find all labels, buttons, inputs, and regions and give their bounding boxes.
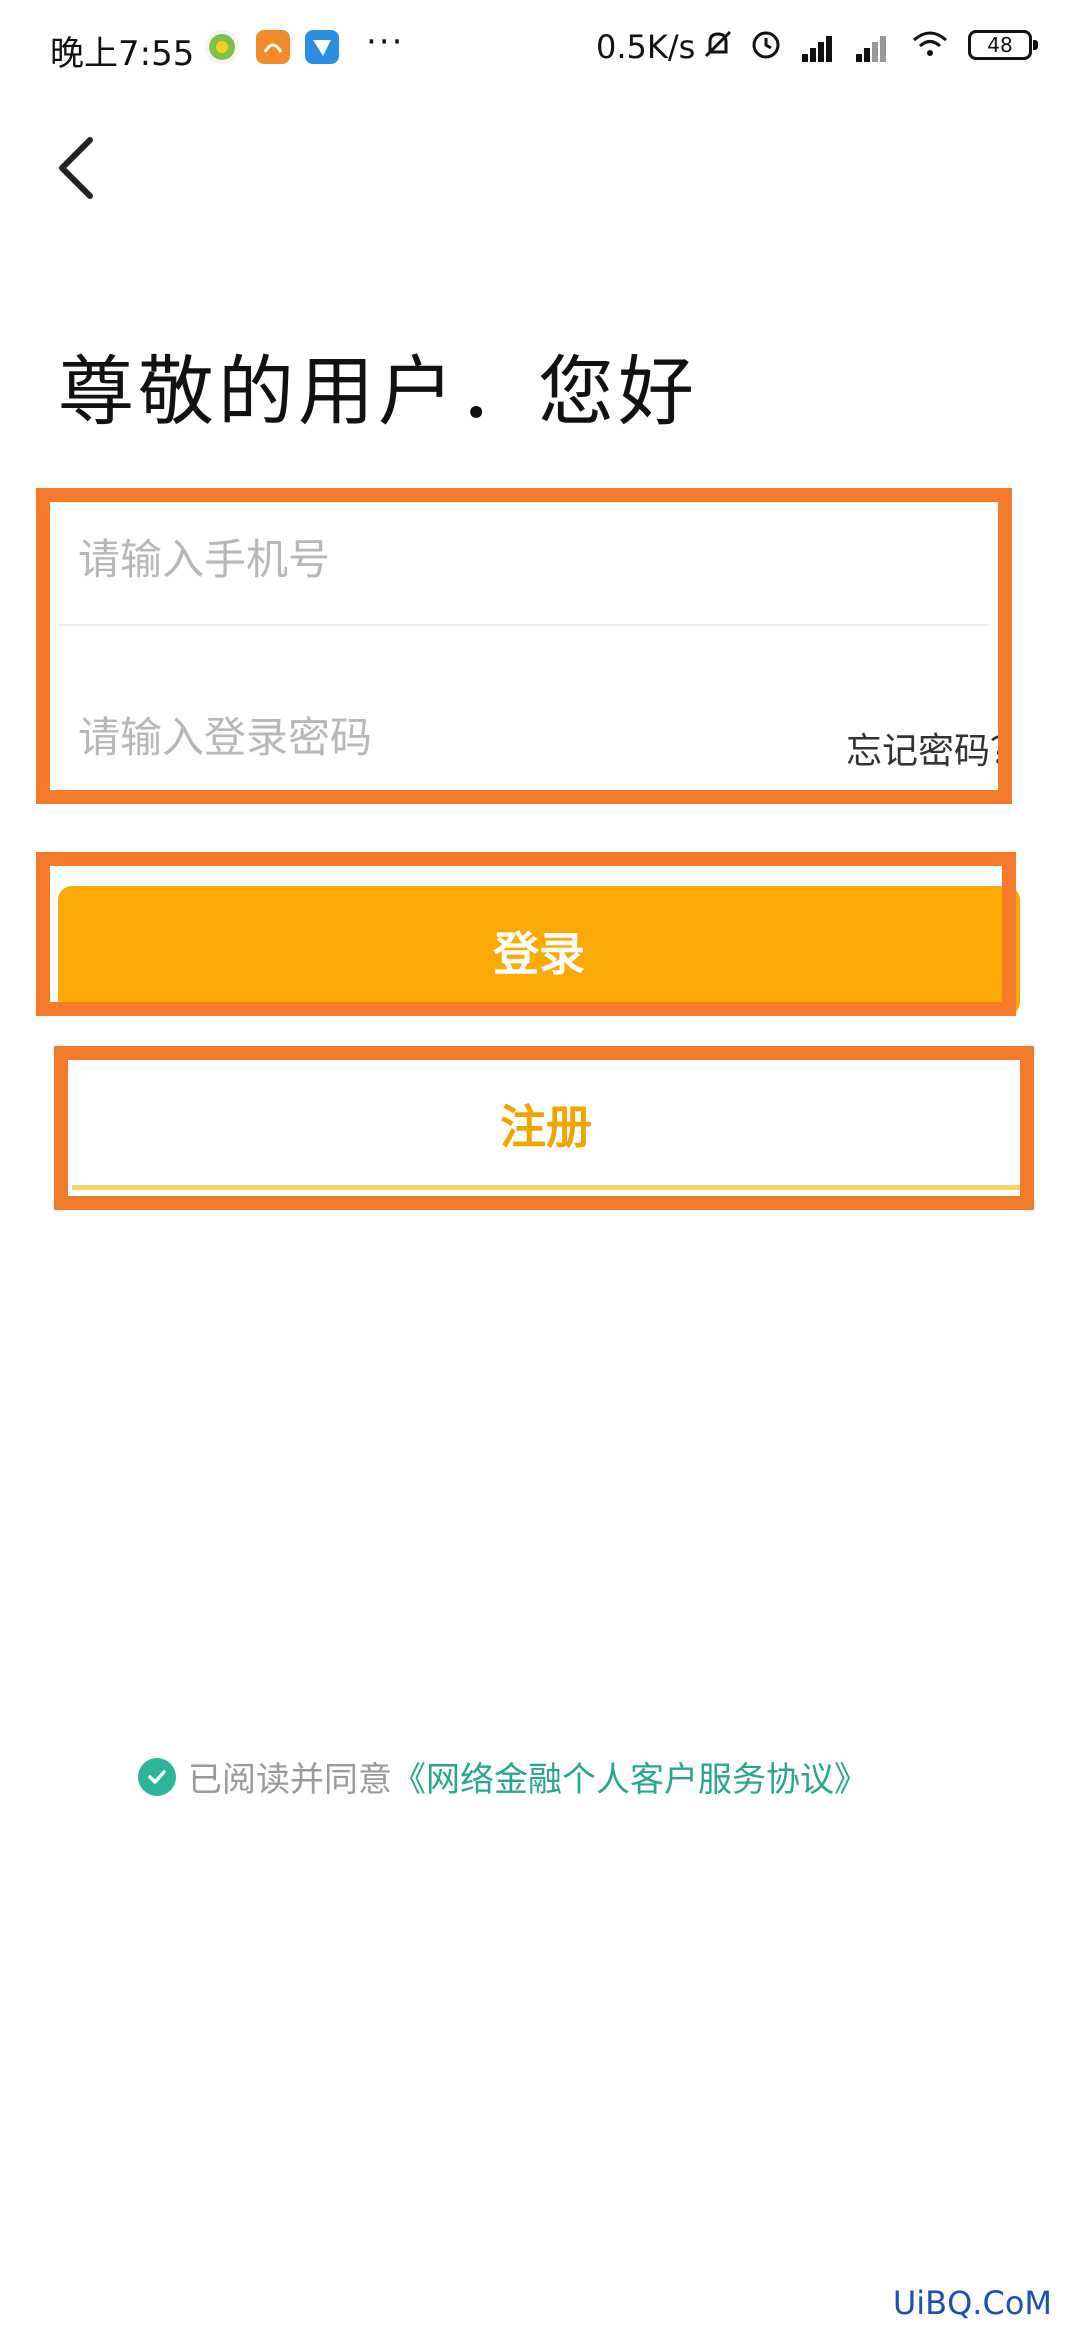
login-button[interactable]: 登录 [58, 886, 1020, 1016]
agreement-link[interactable]: 《网络金融个人客户服务协议》 [392, 1752, 868, 1801]
network-speed: 0.5K/s [596, 28, 696, 66]
battery-icon: 48 [968, 30, 1038, 60]
hd-signal-icon [798, 30, 840, 62]
status-bar: 晚上7:55 ··· 0.5K/s 48 [0, 0, 1080, 96]
agreement-row: 已阅读并同意 《网络金融个人客户服务协议》 [138, 1752, 868, 1801]
uc-browser-icon [256, 30, 290, 64]
agreement-prefix: 已阅读并同意 [188, 1760, 392, 1800]
signal-icon [852, 30, 894, 62]
alarm-icon [748, 26, 784, 71]
back-button[interactable] [46, 132, 106, 204]
wifi-icon [910, 26, 950, 71]
silent-bell-icon [700, 26, 736, 71]
more-notifications-icon: ··· [366, 22, 405, 62]
status-time: 晚上7:55 [50, 34, 195, 74]
input-highlight-frame [36, 488, 1012, 804]
green-app-icon [205, 30, 239, 64]
agreement-checkbox[interactable] [138, 1757, 176, 1796]
check-icon [148, 1769, 166, 1784]
messenger-app-icon [305, 30, 339, 64]
watermark: UiBQ.CoM [892, 2284, 1052, 2322]
register-button[interactable]: 注册 [72, 1062, 1020, 1190]
greeting-title: 尊敬的用户．您好 [58, 347, 698, 436]
chevron-left-icon [59, 137, 93, 199]
